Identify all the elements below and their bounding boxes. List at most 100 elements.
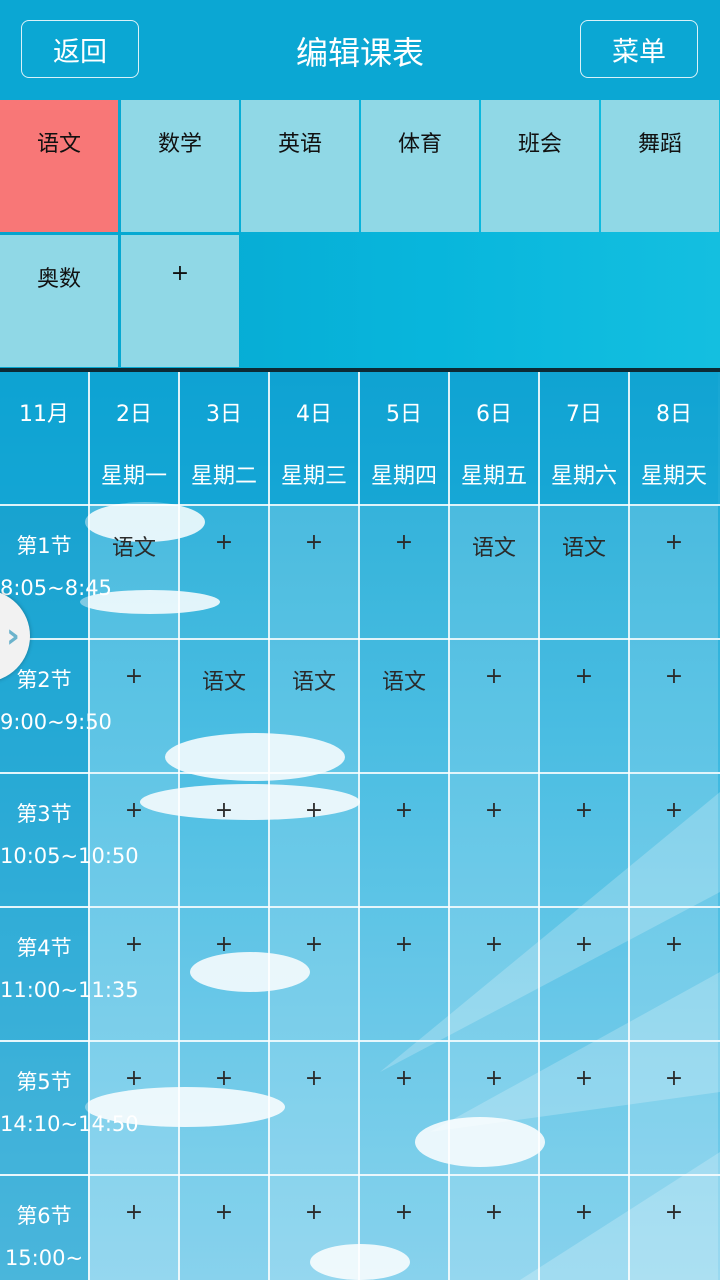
day-date: 2日 xyxy=(116,402,152,427)
period-time: 10:05~10:50 xyxy=(0,844,139,868)
day-header: 3日星期二 xyxy=(180,372,268,504)
timetable-cell[interactable]: + xyxy=(630,908,718,1040)
timetable-cell[interactable]: + xyxy=(630,506,718,638)
grid-line xyxy=(0,906,720,908)
period-name: 第4节 xyxy=(16,936,72,960)
timetable-cell[interactable]: + xyxy=(360,774,448,906)
grid-line xyxy=(178,372,180,1280)
period-time: 14:10~14:50 xyxy=(0,1112,139,1136)
day-weekday: 星期六 xyxy=(550,464,617,489)
add-subject-button[interactable]: + xyxy=(121,235,239,367)
day-date: 4日 xyxy=(296,402,332,427)
timetable-cell[interactable]: 语文 xyxy=(360,640,448,772)
timetable-cell[interactable]: + xyxy=(270,908,358,1040)
day-header: 4日星期三 xyxy=(270,372,358,504)
grid-line xyxy=(0,504,720,506)
grid-line xyxy=(448,372,450,1280)
timetable-cell[interactable]: + xyxy=(540,1176,628,1280)
subject-yuwen[interactable]: 语文 xyxy=(0,100,118,232)
timetable-cell[interactable]: + xyxy=(450,1042,538,1174)
timetable-cell[interactable]: + xyxy=(360,1176,448,1280)
timetable-cell[interactable]: + xyxy=(90,774,178,906)
chevron-right-icon: › xyxy=(6,616,21,656)
timetable-cell[interactable]: + xyxy=(540,774,628,906)
timetable-cell[interactable]: + xyxy=(630,1176,718,1280)
subject-dance[interactable]: 舞蹈 xyxy=(601,100,719,232)
timetable-cell[interactable]: + xyxy=(270,1042,358,1174)
period-time: 8:05~8:45 xyxy=(0,576,112,600)
day-date: 7日 xyxy=(566,402,602,427)
month-header: 11月 xyxy=(0,372,88,504)
grid-line xyxy=(0,1174,720,1176)
day-weekday: 星期一 xyxy=(100,464,167,489)
period-name: 第3节 xyxy=(16,802,72,826)
subject-class-meeting[interactable]: 班会 xyxy=(481,100,599,232)
period-time: 15:00~ xyxy=(4,1246,84,1270)
timetable-cell[interactable]: + xyxy=(180,774,268,906)
timetable-cell[interactable]: + xyxy=(180,506,268,638)
period-header: 第4节 11:00~11:35 xyxy=(0,908,139,1040)
timetable-cell[interactable]: + xyxy=(90,640,178,772)
subject-english[interactable]: 英语 xyxy=(241,100,359,232)
day-date: 5日 xyxy=(386,402,422,427)
day-date: 8日 xyxy=(656,402,692,427)
timetable-cell[interactable]: 语文 xyxy=(180,640,268,772)
day-date: 3日 xyxy=(206,402,242,427)
timetable-cell[interactable]: + xyxy=(630,1042,718,1174)
timetable-cell[interactable]: 语文 xyxy=(540,506,628,638)
timetable-cell[interactable]: + xyxy=(540,1042,628,1174)
day-weekday: 星期五 xyxy=(460,464,527,489)
timetable-cell[interactable]: + xyxy=(450,640,538,772)
grid-line xyxy=(0,772,720,774)
timetable-cell[interactable]: + xyxy=(630,640,718,772)
day-header: 7日星期六 xyxy=(540,372,628,504)
period-header: 第3节 10:05~10:50 xyxy=(0,774,139,906)
day-date: 6日 xyxy=(476,402,512,427)
timetable-cell[interactable]: + xyxy=(360,506,448,638)
timetable-cell[interactable]: + xyxy=(360,1042,448,1174)
timetable-cell[interactable]: 语文 xyxy=(450,506,538,638)
menu-button[interactable]: 菜单 xyxy=(580,20,698,78)
subject-pe[interactable]: 体育 xyxy=(361,100,479,232)
period-time: 11:00~11:35 xyxy=(0,978,139,1002)
period-name: 第6节 xyxy=(16,1204,72,1228)
day-weekday: 星期天 xyxy=(640,464,707,489)
back-button[interactable]: 返回 xyxy=(21,20,139,78)
grid-line xyxy=(358,372,360,1280)
timetable-cell[interactable]: + xyxy=(270,774,358,906)
timetable-cell[interactable]: + xyxy=(90,908,178,1040)
timetable-cell[interactable]: + xyxy=(450,774,538,906)
timetable-cell[interactable]: + xyxy=(450,908,538,1040)
day-weekday: 星期二 xyxy=(190,464,257,489)
timetable-cell[interactable]: + xyxy=(540,640,628,772)
timetable-cell[interactable]: + xyxy=(540,908,628,1040)
day-header: 8日星期天 xyxy=(630,372,718,504)
subject-palette: 语文 数学 英语 体育 班会 舞蹈 奥数 + xyxy=(0,100,720,368)
day-weekday: 星期三 xyxy=(280,464,347,489)
day-header: 5日 星期四 xyxy=(360,372,448,504)
day-header: 2日星期一 xyxy=(90,372,178,504)
top-bar: 返回 编辑课表 菜单 xyxy=(0,0,720,100)
timetable-cell[interactable]: 语文 xyxy=(90,506,178,638)
timetable-grid: 11月 2日 星期一 3日 星期二 4日 星期三 5日 星期四 6日 星期五 7日 星期六 8日 星期天 第1… xyxy=(0,372,720,1280)
subject-olympiad-math[interactable]: 奥数 xyxy=(0,235,118,367)
timetable-cell[interactable]: + xyxy=(90,1042,178,1174)
timetable-cell[interactable]: 语文 xyxy=(270,640,358,772)
timetable-cell[interactable]: + xyxy=(180,1176,268,1280)
grid-line xyxy=(88,372,90,1280)
timetable-cell[interactable]: + xyxy=(180,908,268,1040)
period-name: 第5节 xyxy=(16,1070,72,1094)
subject-math[interactable]: 数学 xyxy=(121,100,239,232)
timetable-cell[interactable]: + xyxy=(360,908,448,1040)
timetable-cell[interactable]: + xyxy=(90,1176,178,1280)
grid-line xyxy=(0,1040,720,1042)
timetable-cell[interactable]: + xyxy=(270,506,358,638)
timetable-cell[interactable]: + xyxy=(630,774,718,906)
timetable-cell[interactable]: + xyxy=(270,1176,358,1280)
timetable-cell[interactable]: + xyxy=(450,1176,538,1280)
grid-line xyxy=(628,372,630,1280)
timetable-cell[interactable]: + xyxy=(180,1042,268,1174)
period-name: 第1节 xyxy=(16,534,72,558)
period-header: 第6节 15:00~ xyxy=(0,1176,88,1280)
period-header: 第5节 14:10~14:50 xyxy=(0,1042,139,1174)
